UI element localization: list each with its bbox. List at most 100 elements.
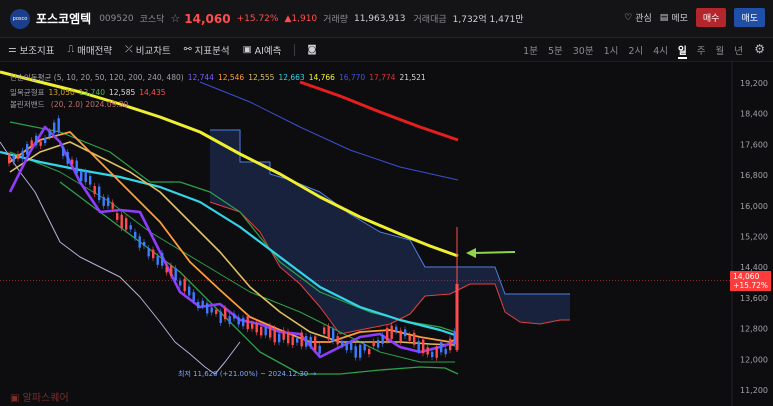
candle-body	[179, 280, 182, 286]
ma-value-7: 21,521	[399, 73, 426, 82]
candle-body	[174, 268, 177, 281]
candle-body	[399, 330, 402, 342]
chart-canvas[interactable]: 19,200 18,400 17,600 16,800 16,000 15,200 14,4…	[0, 62, 773, 406]
watermark-text: 알파스퀘어	[22, 393, 69, 404]
period-30m[interactable]: 30분	[573, 43, 594, 59]
period-day[interactable]: 일	[678, 43, 687, 59]
period-2h[interactable]: 2시	[628, 43, 643, 59]
ai-predict-label: AI예측	[254, 45, 282, 57]
ichimoku-legend-label: 일목균형표	[10, 88, 45, 97]
candle-body	[359, 344, 362, 358]
gear-icon[interactable]: ⚙	[754, 42, 765, 56]
sell-button[interactable]: 매도	[734, 8, 765, 27]
strategy-icon: ⎍	[67, 44, 75, 55]
period-5m[interactable]: 5분	[548, 43, 563, 59]
candle-body	[219, 311, 222, 323]
candle-body	[84, 171, 87, 183]
candle-body	[395, 326, 398, 332]
interest-button[interactable]: ♡ 관심	[624, 11, 652, 25]
candle-body	[170, 265, 173, 277]
bollinger-legend-values: (20, 2.0) 2024.09.30	[50, 100, 129, 109]
y-tick-label: 17,600	[740, 140, 768, 149]
candle-body	[75, 160, 78, 174]
candle-body	[332, 328, 335, 342]
analysis-button[interactable]: ⚯ 지표분석	[184, 43, 230, 57]
interest-label: 관심	[635, 14, 652, 24]
period-1m[interactable]: 1분	[523, 43, 538, 59]
candle-body	[449, 338, 452, 351]
stock-name[interactable]: 포스코엠텍	[36, 10, 91, 27]
y-tick-label: 12,000	[740, 355, 768, 364]
candle-body	[323, 327, 326, 334]
candle-body	[39, 141, 42, 146]
candle-body	[242, 317, 245, 327]
y-tick-label: 12,800	[740, 325, 768, 334]
ma-value-4: 14,766	[308, 73, 335, 82]
compare-button[interactable]: ⤫ 비교차트	[125, 43, 171, 57]
candle-body	[251, 323, 254, 329]
candle-body	[224, 307, 227, 320]
toolbar-divider	[294, 43, 296, 56]
candle-body	[318, 345, 321, 354]
bollinger-legend-label: 볼린저밴드	[10, 100, 45, 109]
analysis-icon: ⚯	[183, 44, 192, 55]
watermark: ▣ 알파스퀘어	[10, 389, 69, 404]
candle-body	[368, 348, 371, 355]
last-candle-body	[455, 284, 459, 350]
candle-body	[98, 186, 101, 201]
strategy-button[interactable]: ⎍ 매매전략	[68, 43, 113, 57]
strategy-label: 매매전략	[77, 45, 113, 57]
period-week[interactable]: 주	[697, 43, 706, 59]
star-icon[interactable]: ☆	[170, 12, 180, 25]
candle-body	[246, 316, 249, 330]
period-4h[interactable]: 4시	[653, 43, 668, 59]
candle-body	[111, 202, 114, 209]
bollinger-legend: 볼린저밴드 (20, 2.0) 2024.09.30	[10, 99, 132, 110]
y-tick-label: 13,600	[740, 294, 768, 303]
indicator-button[interactable]: ⚌ 보조지표	[8, 43, 55, 57]
market-label: 코스닥	[139, 15, 165, 25]
candle-body	[413, 332, 416, 345]
candle-body	[296, 338, 299, 343]
heart-icon: ♡	[624, 12, 633, 23]
period-1h[interactable]: 1시	[604, 43, 619, 59]
candle-body	[134, 231, 137, 238]
annotation-arrow-line	[473, 251, 516, 254]
memo-button[interactable]: ▤ 메모	[660, 11, 688, 25]
candle-body	[363, 344, 366, 351]
ichimoku-value-3: 14,435	[139, 88, 166, 97]
candle-body	[444, 348, 447, 355]
ma-legend-values: 12,744 12,546 12,555 12,663 14,766 16,770 17,7…	[188, 73, 430, 82]
candle-body	[129, 225, 132, 230]
candle-body	[165, 266, 168, 273]
y-tick-label: 15,200	[740, 233, 768, 242]
candle-body	[8, 154, 11, 164]
candle-body	[30, 140, 33, 147]
camera-icon[interactable]: ◙	[307, 44, 316, 55]
ma-legend-label: 단순이동평균 (5, 10, 20, 50, 120, 200, 240, 48…	[10, 73, 184, 82]
header-actions: ♡ 관심 ▤ 메모 매수 매도	[624, 8, 765, 27]
candle-body	[336, 336, 339, 345]
candle-body	[17, 154, 20, 159]
candle-body	[426, 347, 429, 355]
y-tick-label: 16,800	[740, 171, 768, 180]
period-month[interactable]: 월	[716, 43, 725, 59]
candle-body	[35, 135, 38, 146]
current-price-tag: 14,060 +15.72%	[730, 271, 771, 291]
price-chart[interactable]: 19,200 18,400 17,600 16,800 16,000 15,200 14,4…	[0, 62, 773, 406]
ai-predict-button[interactable]: ▣ AI예측	[243, 43, 282, 57]
candle-body	[314, 336, 317, 350]
indicator-label: 보조지표	[19, 45, 55, 57]
ma-value-0: 12,744	[187, 73, 214, 82]
candle-body	[264, 327, 267, 336]
candle-body	[116, 213, 119, 220]
period-year[interactable]: 년	[734, 43, 743, 59]
candle-body	[431, 351, 434, 358]
candle-body	[237, 317, 240, 325]
candle-body	[381, 334, 384, 344]
candle-body	[93, 185, 96, 195]
buy-button[interactable]: 매수	[695, 8, 727, 27]
compare-icon: ⤫	[125, 44, 133, 55]
y-tick-label: 19,200	[740, 79, 768, 88]
ichimoku-value-0: 13,050	[48, 88, 75, 97]
